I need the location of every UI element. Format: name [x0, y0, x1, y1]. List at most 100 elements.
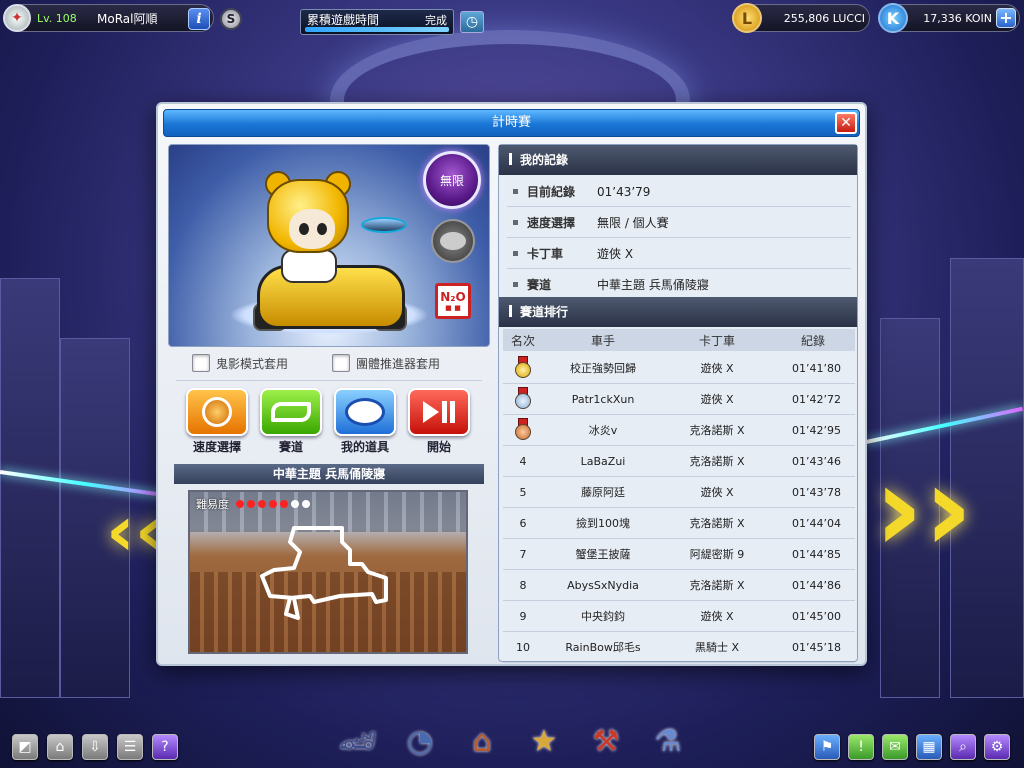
saucer-item-icon [361, 217, 407, 233]
my-items-button[interactable]: 我的道具 [334, 388, 396, 455]
ranking-row[interactable]: 校正強勢回歸 遊俠 X 01’41’80 [503, 353, 855, 384]
driver-name: 藤原阿廷 [581, 486, 625, 499]
rank-cell: 4 [503, 455, 543, 468]
playtime-panel: 累積遊戲時間 完成 [300, 9, 454, 35]
rank-cell [503, 386, 543, 412]
record-value: 遊俠 X [597, 247, 634, 261]
speedometer-icon[interactable]: ◔ [394, 718, 446, 764]
difficulty-dots [233, 500, 310, 508]
action-buttons: 速度選擇 賽道 我的道具 開始 [186, 388, 486, 458]
col-driver: 車手 [590, 333, 615, 348]
driver-name: RainBow邱毛s [565, 641, 641, 654]
download-icon[interactable]: ⇩ [82, 734, 108, 760]
ranking-row[interactable]: 6 撿到100塊 克洛諾斯 X 01’44’04 [503, 508, 855, 539]
rank-number: 7 [519, 547, 527, 561]
options-row: 鬼影模式套用 團體推進器套用 [168, 348, 490, 378]
background-building [0, 278, 60, 698]
record-row: 速度選擇 無限 / 個人賽 [507, 208, 851, 238]
lucci-currency: L 255,806 LUCCI [732, 3, 870, 33]
driver-name: Patr1ckXun [571, 392, 635, 406]
ranking-row[interactable]: 4 LaBaZui 克洛諾斯 X 01’43’46 [503, 446, 855, 477]
ranking-row[interactable]: 9 中央鈞鈞 遊俠 X 01’45’00 [503, 601, 855, 632]
n2o-booster-icon[interactable]: N₂O ■ ■ [435, 283, 471, 319]
add-koin-button[interactable]: + [996, 8, 1016, 28]
bullet [513, 282, 518, 287]
ranking-row[interactable]: 8 AbysSxNydia 克洛諾斯 X 01’44’86 [503, 570, 855, 601]
speed-select-icon[interactable] [186, 388, 248, 436]
team-boost-checkbox[interactable] [332, 354, 350, 372]
lap-time: 01’43’78 [792, 485, 841, 499]
cube-icon[interactable]: ◩ [12, 734, 38, 760]
playtime-status: 完成 [425, 14, 447, 27]
ranking-header: 賽道排行 [499, 297, 857, 327]
start-button[interactable]: 開始 [408, 388, 470, 455]
speed-mode-badge[interactable]: 無限 [423, 151, 481, 209]
search-icon[interactable]: ⌕ [950, 734, 976, 760]
track-minimap-icon [260, 526, 388, 620]
close-button[interactable]: ✕ [835, 112, 857, 134]
character-eye [299, 223, 309, 235]
record-key: 賽道 [527, 278, 552, 292]
board-icon[interactable]: ▦ [916, 734, 942, 760]
rank-cell [503, 355, 543, 381]
ghost-mode-option[interactable]: 鬼影模式套用 [192, 354, 288, 372]
playtime-label: 累積遊戲時間 [307, 13, 380, 27]
ghost-mode-checkbox[interactable] [192, 354, 210, 372]
lap-time: 01’44’85 [792, 547, 841, 561]
lab-icon[interactable]: ⚗ [642, 718, 694, 764]
lap-time: 01’45’18 [792, 640, 841, 654]
driver-name: AbysSxNydia [567, 578, 639, 592]
user-info-button[interactable]: i [188, 8, 210, 30]
shop-icon[interactable]: ★ [518, 718, 570, 764]
toolbox-icon[interactable]: ⚒ [580, 718, 632, 764]
kart-name: 遊俠 X [700, 362, 734, 375]
difficulty-dot [302, 500, 310, 508]
alert-icon[interactable]: ! [848, 734, 874, 760]
record-row: 賽道 中華主題 兵馬俑陵寢 [507, 270, 851, 300]
track-select-button[interactable]: 賽道 [260, 388, 322, 455]
record-row: 目前紀錄 01’43’79 [507, 177, 851, 207]
speed-select-button[interactable]: 速度選擇 [186, 388, 248, 455]
my-items-icon[interactable] [334, 388, 396, 436]
flag-icon[interactable]: ⚑ [814, 734, 840, 760]
ranking-row[interactable]: 冰炎v 克洛諾斯 X 01’42’95 [503, 415, 855, 446]
user-status-bar: ✦ Lv. 108 MoRal阿順 [3, 4, 214, 32]
rank-number: 6 [519, 516, 527, 530]
ranking-row[interactable]: 7 蟹堡王披薩 阿緹密斯 9 01’44’85 [503, 539, 855, 570]
notes-icon[interactable]: ☰ [117, 734, 143, 760]
lap-time: 01’45’00 [792, 609, 841, 623]
s-menu-button[interactable]: S [220, 8, 242, 30]
difficulty-dot [247, 500, 255, 508]
home-icon[interactable]: ⌂ [47, 734, 73, 760]
record-value: 中華主題 兵馬俑陵寢 [597, 278, 709, 292]
difficulty-dot [291, 500, 299, 508]
lap-time: 01’41’80 [792, 361, 841, 375]
lap-time: 01’43’46 [792, 454, 841, 468]
track-name-header: 中華主題 兵馬俑陵寢 [174, 464, 484, 484]
ranking-row[interactable]: 5 藤原阿廷 遊俠 X 01’43’78 [503, 477, 855, 508]
chat-icon[interactable]: ✉ [882, 734, 908, 760]
track-select-icon[interactable] [260, 388, 322, 436]
bullet [513, 251, 518, 256]
start-play-icon[interactable] [408, 388, 470, 436]
dialog-title: 計時賽 [163, 109, 860, 137]
background-chevron: ›› [874, 440, 973, 579]
rank-cell: 9 [503, 610, 543, 623]
ranking-row[interactable]: 10 RainBow邱毛s 黑騎士 X 01’45’18 [503, 632, 855, 663]
time-trial-dialog: 計時賽 ✕ 無限 N₂O ■ ■ 鬼影模式套用 團體推進器套用 速度選擇 賽道 … [156, 102, 867, 666]
help-icon[interactable]: ? [152, 734, 178, 760]
n2o-sub: ■ ■ [445, 303, 461, 312]
kart-name: 遊俠 X [700, 610, 734, 623]
settings-icon[interactable]: ⚙ [984, 734, 1010, 760]
garage-icon[interactable]: ⌂ [456, 718, 508, 764]
ranking-row[interactable]: Patr1ckXun 遊俠 X 01’42’72 [503, 384, 855, 415]
team-boost-option[interactable]: 團體推進器套用 [332, 354, 440, 372]
rank-number: 10 [516, 640, 530, 654]
bear-pet-icon[interactable] [431, 219, 475, 263]
clock-icon[interactable]: ◷ [460, 11, 484, 33]
start-label: 開始 [426, 440, 451, 454]
driver-name: 撿到100塊 [576, 517, 630, 530]
race-kart-icon[interactable]: 🏎 [332, 718, 384, 764]
col-time: 紀錄 [800, 333, 825, 348]
playtime-progress-bar [305, 27, 449, 32]
